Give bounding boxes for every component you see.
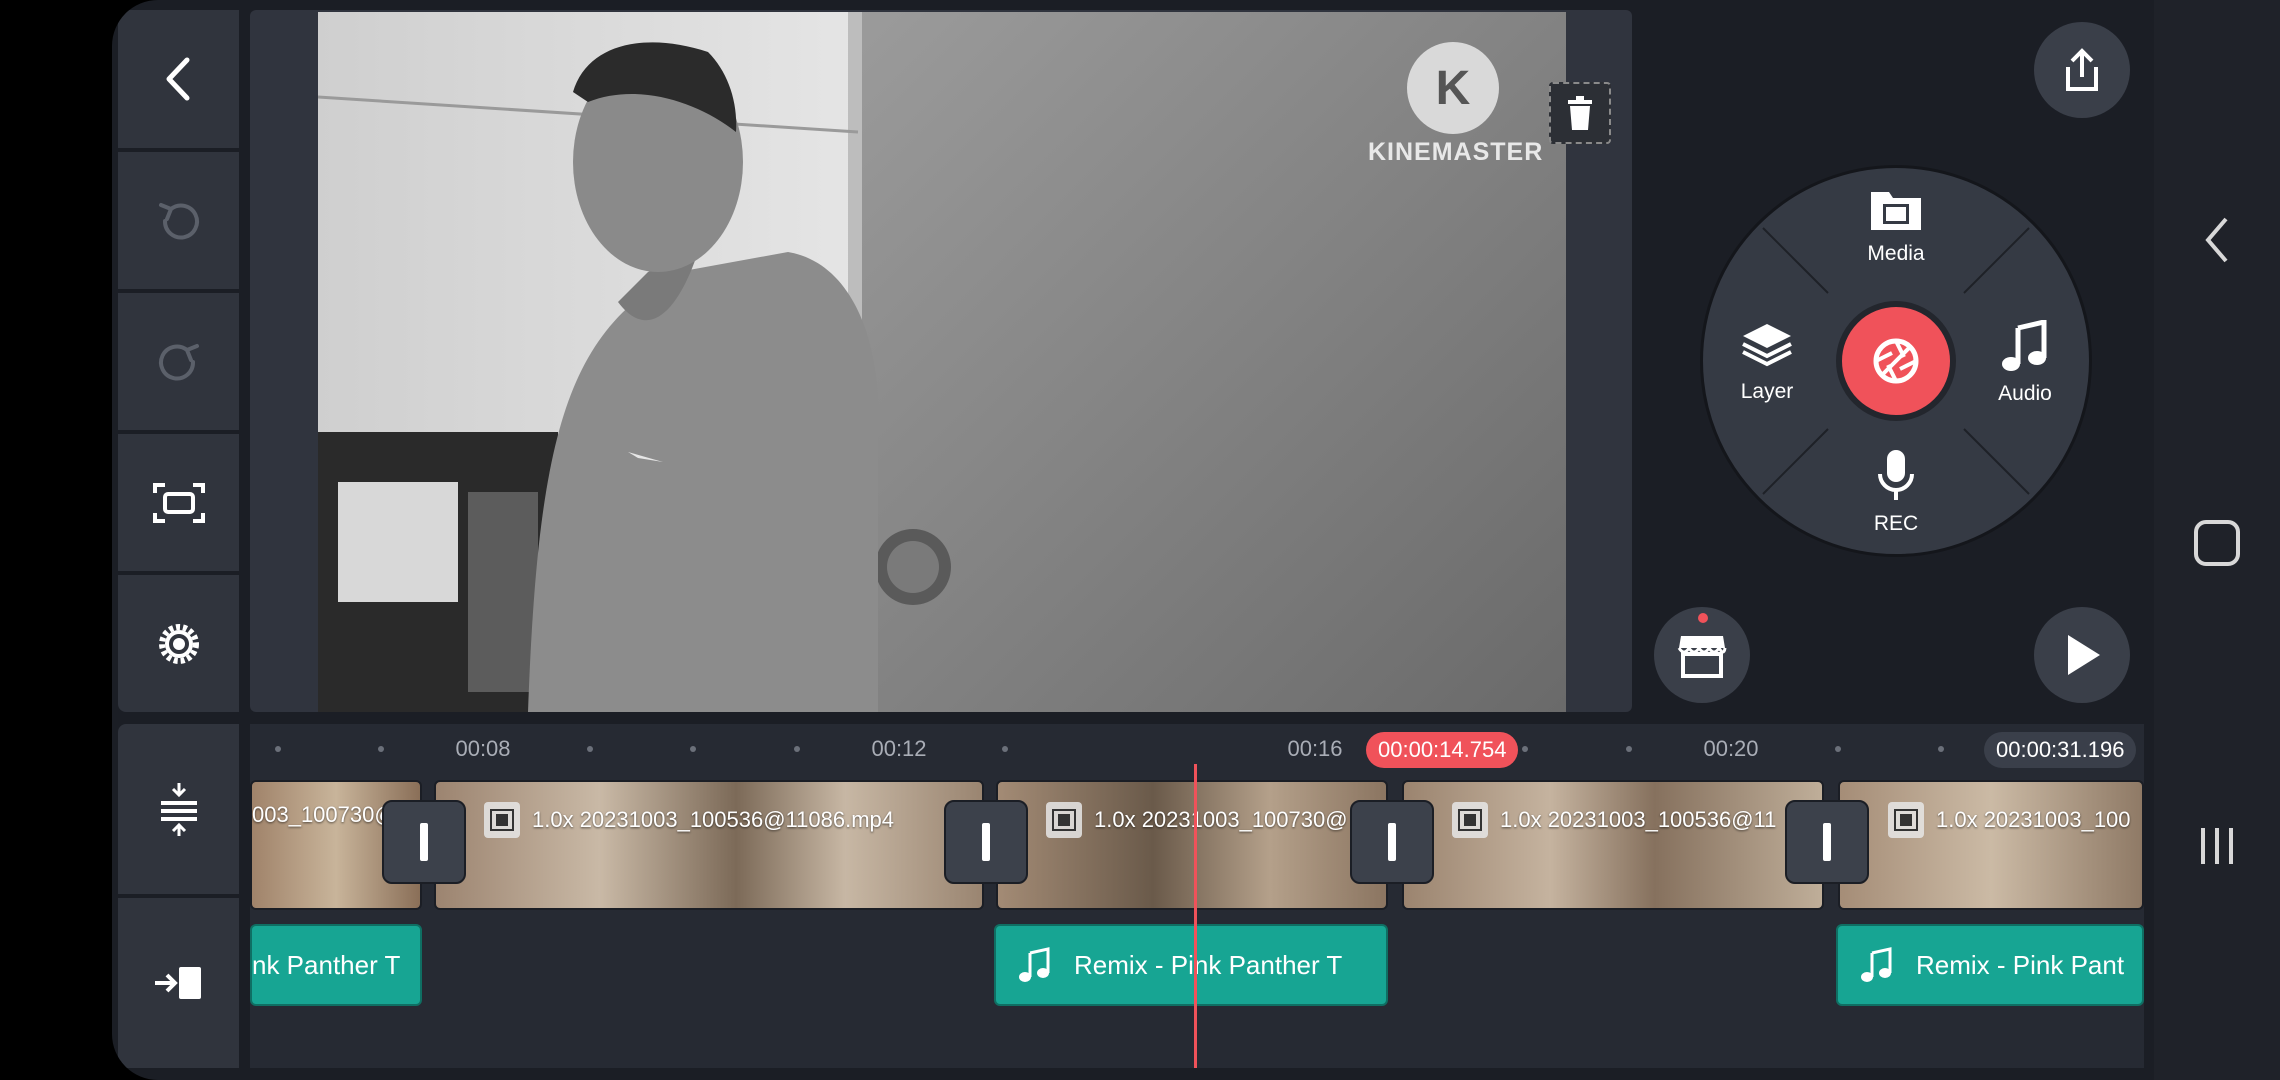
delete-watermark-button[interactable]: [1549, 82, 1611, 144]
video-preview[interactable]: K KINEMASTER: [318, 12, 1566, 712]
transition-button[interactable]: [944, 800, 1028, 884]
logo-text: KINEMASTER: [1368, 138, 1544, 166]
ruler-label: 00:20: [1703, 736, 1759, 761]
audio-clip[interactable]: nk Panther T: [250, 924, 422, 1006]
layer-icon: [1742, 324, 1792, 367]
back-button[interactable]: [118, 10, 239, 148]
settings-button[interactable]: [118, 575, 239, 712]
nav-home-icon: [2194, 520, 2240, 566]
clip-label: 1.0x 20231003_100: [1936, 807, 2131, 832]
logo-badge: K: [1407, 42, 1499, 134]
clip-title: 1.0x 20231003_100536@11086.mp4: [484, 802, 894, 838]
video-clip[interactable]: 1.0x 20231003_100730@: [996, 780, 1388, 910]
film-icon: [1046, 802, 1082, 838]
ruler-label: 00:08: [455, 736, 511, 761]
share-icon: [2066, 48, 2098, 91]
transition-button[interactable]: [1785, 800, 1869, 884]
media-dial: Media Layer Audio REC: [1700, 165, 2092, 557]
audio-label: Remix - Pink Pant: [1916, 949, 2125, 980]
video-clip[interactable]: 1.0x 20231003_100536@11: [1402, 780, 1824, 910]
nav-recents-button[interactable]: [2179, 808, 2255, 884]
total-time: 00:00:31.196: [1984, 732, 2137, 768]
system-navigation-bar: [2154, 0, 2280, 1080]
adjust-tracks-button[interactable]: [118, 724, 239, 894]
film-icon: [484, 802, 520, 838]
layer-label: Layer: [1740, 380, 1794, 403]
share-button[interactable]: [2034, 22, 2130, 118]
nav-home-button[interactable]: [2179, 505, 2255, 581]
clip-label: 003_100730@: [252, 802, 397, 827]
timeline-ruler[interactable]: 00:08 00:12 00:16 00:20: [250, 728, 2144, 768]
clip-label: 1.0x 20231003_100536@11086.mp4: [532, 807, 895, 832]
media-button[interactable]: Media: [1836, 186, 1956, 266]
asset-store-button[interactable]: [1654, 607, 1750, 703]
music-note-icon: [2002, 318, 2047, 371]
audio-clip[interactable]: Remix - Pink Panther T: [994, 924, 1388, 1006]
audio-label: Audio: [1998, 382, 2052, 405]
music-note-icon: [1861, 947, 1892, 982]
notification-dot: [1698, 613, 1708, 623]
video-clip[interactable]: 1.0x 20231003_100: [1838, 780, 2144, 910]
kinemaster-logo: K KINEMASTER: [1368, 42, 1544, 167]
media-label: Media: [1867, 242, 1925, 265]
settings-icon: [158, 623, 199, 664]
redo-button[interactable]: [118, 293, 239, 430]
nav-back-button[interactable]: [2179, 202, 2255, 278]
fit-screen-button[interactable]: [118, 434, 239, 571]
jump-to-end-button[interactable]: [118, 898, 239, 1068]
microphone-icon: [1878, 450, 1914, 500]
nav-back-icon: [2205, 217, 2228, 263]
undo-icon: [158, 202, 199, 239]
play-icon: [2068, 635, 2100, 675]
clip-label: 1.0x 20231003_100730@: [1094, 807, 1348, 832]
video-clip[interactable]: 1.0x 20231003_100536@11086.mp4: [434, 780, 984, 910]
ruler-label: 00:16: [1287, 736, 1343, 761]
kinemaster-editor: K KINEMASTER Media Layer Audio REC 00:08…: [112, 0, 2154, 1080]
music-note-icon: [1019, 947, 1050, 982]
media-folder-icon: [1871, 192, 1921, 230]
adjust-tracks-icon: [160, 783, 197, 836]
clip-title: 1.0x 20231003_100: [1888, 802, 2131, 838]
audio-label: nk Panther T: [252, 949, 401, 980]
film-icon: [1452, 802, 1488, 838]
back-icon: [166, 57, 189, 101]
playhead-line[interactable]: [1194, 764, 1197, 1068]
store-icon: [1677, 636, 1727, 678]
film-icon: [1888, 802, 1924, 838]
nav-recents-icon: [2201, 828, 2233, 864]
transition-button[interactable]: [382, 800, 466, 884]
undo-button[interactable]: [118, 152, 239, 289]
playhead-time: 00:00:14.754: [1366, 732, 1519, 768]
jump-to-end-icon: [154, 967, 201, 999]
capture-button[interactable]: [1836, 301, 1956, 421]
redo-icon: [158, 343, 199, 380]
rec-button[interactable]: REC: [1836, 448, 1956, 536]
layer-button[interactable]: Layer: [1707, 320, 1827, 404]
trash-icon: [1568, 96, 1592, 130]
audio-label: Remix - Pink Panther T: [1074, 949, 1343, 980]
ruler-label: 00:12: [871, 736, 927, 761]
fit-screen-icon: [152, 482, 205, 523]
audio-clip[interactable]: Remix - Pink Pant: [1836, 924, 2144, 1006]
audio-button[interactable]: Audio: [1965, 318, 2085, 406]
transition-button[interactable]: [1350, 800, 1434, 884]
clip-label: 1.0x 20231003_100536@11: [1500, 807, 1777, 832]
camera-icon: [1873, 338, 1919, 384]
clip-title: 1.0x 20231003_100536@11: [1452, 802, 1776, 838]
play-button[interactable]: [2034, 607, 2130, 703]
rec-label: REC: [1873, 512, 1919, 535]
